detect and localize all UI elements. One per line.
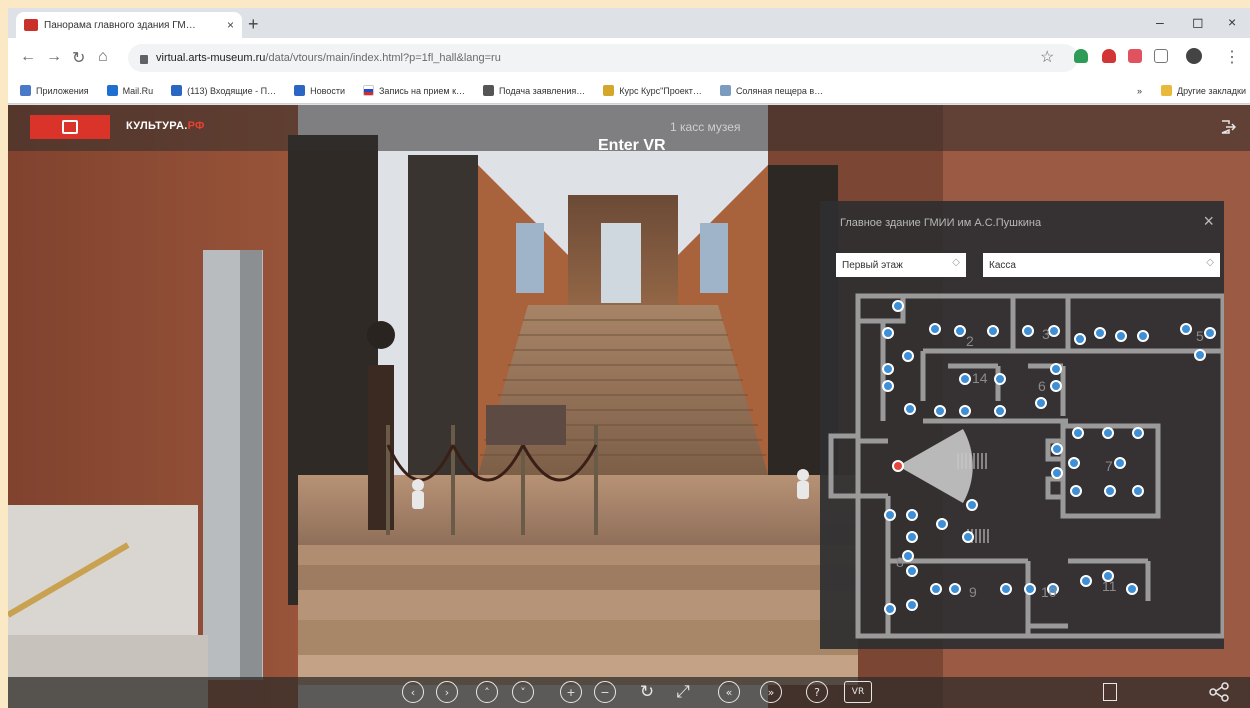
zoom-in-button[interactable]: + xyxy=(560,681,582,703)
mailru-icon xyxy=(106,85,118,96)
enter-vr-button[interactable]: Enter VR xyxy=(598,137,666,155)
bookmark-star-icon[interactable]: ☆ xyxy=(1040,47,1054,67)
document-icon xyxy=(483,85,495,96)
room-number: 3 xyxy=(1042,326,1050,342)
cave-icon xyxy=(719,85,731,96)
apps-grid-icon xyxy=(20,85,31,96)
kultura-logo[interactable] xyxy=(30,115,110,139)
bookmark-label: Новости xyxy=(310,85,345,96)
menu-kebab-icon[interactable]: ⋮ xyxy=(1224,47,1240,67)
floor-plan-map[interactable]: 2 3 5 6 7 8 9 10 11 14 xyxy=(828,291,1224,641)
pan-right-button[interactable]: › xyxy=(436,681,458,703)
window-close-button[interactable]: × xyxy=(1228,14,1236,30)
room-number: 8 xyxy=(896,554,904,570)
tab-title: Панорама главного здания ГМ… xyxy=(44,19,196,31)
chevron-down-icon: ◇ xyxy=(1206,257,1214,268)
bookmark-item[interactable]: Курс Курс"Проект… xyxy=(603,85,702,96)
exit-icon[interactable] xyxy=(1220,119,1236,135)
home-icon[interactable]: ⌂ xyxy=(98,48,108,66)
bookmark-item[interactable]: Подача заявления… xyxy=(483,85,585,96)
adblock-extension-icon[interactable] xyxy=(1102,49,1116,63)
shield-extension-icon[interactable] xyxy=(1074,49,1088,63)
bookmark-label: Приложения xyxy=(36,85,89,96)
minimize-button[interactable]: – xyxy=(1156,14,1164,30)
bookmark-item[interactable]: Новости xyxy=(294,85,345,96)
other-bookmarks-label: Другие закладки xyxy=(1177,85,1246,96)
room-number: 10 xyxy=(1041,584,1057,600)
floor-select-value: Первый этаж xyxy=(842,259,903,271)
forward-arrow-icon[interactable]: → xyxy=(46,48,62,66)
close-icon[interactable]: × xyxy=(1203,211,1214,232)
profile-avatar[interactable] xyxy=(1186,48,1202,64)
logo-mark-icon xyxy=(62,120,78,134)
location-label: 1 касс музея xyxy=(670,120,741,134)
bookmark-item[interactable]: Соляная пещера в… xyxy=(719,85,824,96)
bookmark-item[interactable]: (113) Входящие - П… xyxy=(171,85,276,96)
room-select[interactable]: Касса ◇ xyxy=(983,253,1220,277)
browser-window: Панорама главного здания ГМ… × + – ◻ × ←… xyxy=(8,8,1250,708)
more-bookmarks-chevron[interactable]: » xyxy=(1137,86,1142,96)
url-text: virtual.arts-museum.ru/data/vtours/main/… xyxy=(156,52,501,64)
bookmark-label: Курс Курс"Проект… xyxy=(619,85,702,96)
bookmark-item[interactable]: Mail.Ru xyxy=(106,85,154,96)
zoom-out-button[interactable]: − xyxy=(594,681,616,703)
lock-icon xyxy=(140,54,148,64)
bookmark-item[interactable]: Запись на прием к… xyxy=(363,85,465,96)
floor-select[interactable]: Первый этаж ◇ xyxy=(836,253,966,277)
autorotate-button[interactable]: ↻ xyxy=(636,681,658,703)
room-number: 5 xyxy=(1196,328,1204,344)
document-icon[interactable] xyxy=(1103,683,1117,701)
pan-up-button[interactable]: ˄ xyxy=(476,681,498,703)
tour-controls: ‹ › ˄ ˅ + − ↻ ⤢ « » ? VR xyxy=(8,677,1250,708)
fullscreen-button[interactable]: ⤢ xyxy=(672,681,694,703)
bookmarks-bar: Приложения Mail.Ru (113) Входящие - П… Н… xyxy=(8,78,1250,104)
mail-icon xyxy=(171,85,183,96)
map-panel-title: Главное здание ГМИИ им А.С.Пушкина xyxy=(840,217,1042,229)
room-number: 7 xyxy=(1105,458,1113,474)
room-number: 14 xyxy=(972,370,988,386)
room-number: 11 xyxy=(1102,578,1117,594)
bookmark-item[interactable]: Приложения xyxy=(20,85,89,96)
room-number: 9 xyxy=(969,584,977,600)
bookmark-label: (113) Входящие - П… xyxy=(187,85,277,96)
pan-left-button[interactable]: ‹ xyxy=(402,681,424,703)
vr-mode-button[interactable]: VR xyxy=(844,681,872,703)
virtual-tour-viewport[interactable]: КУЛЬТУРА.РФ 1 касс музея Enter VR Главно… xyxy=(8,105,1250,708)
close-tab-icon[interactable]: × xyxy=(227,18,234,32)
room-select-value: Касса xyxy=(989,259,1016,271)
browser-tab[interactable]: Панорама главного здания ГМ… × xyxy=(16,12,242,38)
bookmark-label: Запись на прием к… xyxy=(379,85,466,96)
back-arrow-icon[interactable]: ← xyxy=(20,48,36,66)
course-icon xyxy=(603,85,615,96)
new-tab-button[interactable]: + xyxy=(248,14,259,35)
bookmark-label: Mail.Ru xyxy=(122,85,154,96)
pocket-extension-icon[interactable] xyxy=(1128,49,1142,63)
room-number: 6 xyxy=(1038,378,1046,394)
tab-strip: Панорама главного здания ГМ… × + – ◻ × xyxy=(8,8,1250,38)
address-bar[interactable]: virtual.arts-museum.ru/data/vtours/main/… xyxy=(128,44,1078,72)
next-scene-button[interactable]: » xyxy=(760,681,782,703)
bookmark-label: Соляная пещера в… xyxy=(735,85,824,96)
reader-extension-icon[interactable] xyxy=(1154,49,1168,63)
news-icon xyxy=(294,85,306,96)
other-bookmarks[interactable]: » Другие закладки xyxy=(1137,85,1246,96)
pan-down-button[interactable]: ˅ xyxy=(512,681,534,703)
browser-toolbar: ← → ↻ ⌂ virtual.arts-museum.ru/data/vtou… xyxy=(8,38,1250,78)
restore-button[interactable]: ◻ xyxy=(1192,14,1204,31)
chevron-down-icon: ◇ xyxy=(952,257,960,268)
share-icon[interactable] xyxy=(1208,682,1230,702)
russia-flag-icon xyxy=(363,85,374,96)
museum-favicon-icon xyxy=(24,19,38,31)
floor-map-panel: Главное здание ГМИИ им А.С.Пушкина × Пер… xyxy=(820,201,1224,649)
room-number: 2 xyxy=(966,333,974,349)
bookmark-label: Подача заявления… xyxy=(499,85,586,96)
reload-icon[interactable]: ↻ xyxy=(72,48,85,68)
folder-icon xyxy=(1161,85,1173,96)
help-button[interactable]: ? xyxy=(806,681,828,703)
tour-header: КУЛЬТУРА.РФ 1 касс музея Enter VR xyxy=(8,105,1250,154)
brand-name: КУЛЬТУРА.РФ xyxy=(126,120,205,132)
previous-scene-button[interactable]: « xyxy=(718,681,740,703)
